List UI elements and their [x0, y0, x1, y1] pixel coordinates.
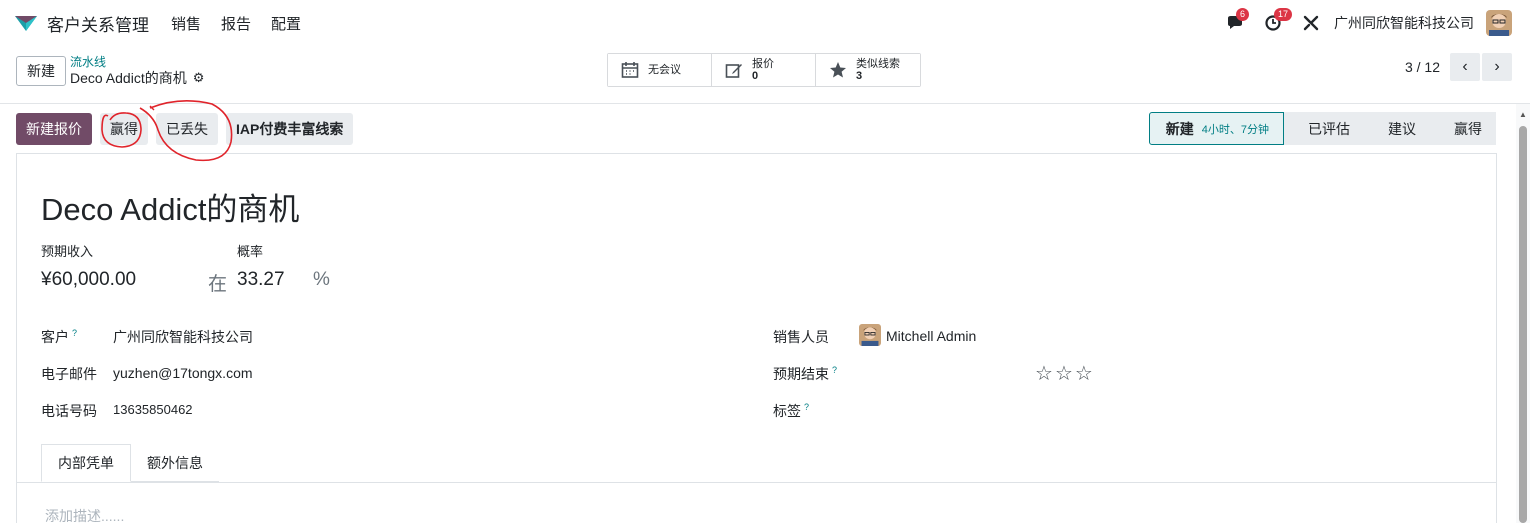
- activities-button[interactable]: 17: [1260, 8, 1293, 36]
- top-navbar: 客户关系管理 销售 报告 配置 6 17 广州同欣智能科技公司: [0, 0, 1530, 46]
- expected-closing-label-text: 预期结束: [773, 366, 829, 382]
- stage-new[interactable]: 新建 4小时、7分钟: [1148, 112, 1284, 145]
- messages-badge: 6: [1236, 8, 1250, 21]
- tags-label-text: 标签: [773, 403, 801, 419]
- customer-label: 客户?: [41, 327, 77, 347]
- smart-button-similar-leads[interactable]: 类似线索 3: [816, 54, 920, 86]
- debug-tools-button[interactable]: [1298, 10, 1324, 36]
- help-icon[interactable]: ?: [72, 328, 77, 338]
- breadcrumb-current: Deco Addict的商机 ⚙: [70, 69, 204, 87]
- smart-similar-leads-label: 类似线索: [856, 58, 900, 70]
- chevron-left-icon: ‹: [1462, 58, 1468, 75]
- smart-buttons: 无会议 报价 0 类似线索 3: [607, 53, 921, 87]
- company-switcher[interactable]: 广州同欣智能科技公司: [1334, 13, 1474, 33]
- user-avatar[interactable]: [1486, 10, 1512, 36]
- star-outline-icon[interactable]: ☆: [1035, 363, 1055, 385]
- help-icon[interactable]: ?: [832, 365, 837, 375]
- stage-qualified[interactable]: 已评估: [1284, 112, 1364, 145]
- expected-revenue-label: 预期收入: [41, 244, 94, 259]
- probability-label: 概率: [237, 244, 264, 259]
- menu-sales[interactable]: 销售: [171, 13, 201, 34]
- menu-configuration[interactable]: 配置: [271, 13, 301, 34]
- calendar-icon: [620, 61, 640, 79]
- phone-field[interactable]: 13635850462: [113, 402, 193, 417]
- at-label: 在: [208, 274, 228, 295]
- star-icon: [828, 61, 848, 79]
- phone-label: 电话号码: [41, 403, 97, 419]
- smart-quotations-label: 报价: [752, 58, 774, 70]
- menu-reporting[interactable]: 报告: [221, 13, 251, 34]
- pager-next-button[interactable]: ›: [1482, 53, 1512, 81]
- new-quotation-button[interactable]: 新建报价: [16, 113, 92, 145]
- control-panel: 新建 流水线 Deco Addict的商机 ⚙ 无会议 报价 0 类似线索 3 …: [0, 46, 1530, 104]
- breadcrumb-pipeline-link[interactable]: 流水线: [70, 55, 204, 69]
- app-brand[interactable]: 客户关系管理: [14, 11, 149, 36]
- pager: 3 / 12 ‹ ›: [1405, 53, 1512, 81]
- salesperson-label: 销售人员: [773, 329, 829, 345]
- tags-label: 标签?: [773, 401, 809, 421]
- stage-new-label: 新建: [1165, 120, 1194, 137]
- smart-similar-leads-count: 3: [856, 70, 863, 82]
- smart-button-meetings[interactable]: 无会议: [608, 54, 712, 86]
- opportunity-title[interactable]: Deco Addict的商机: [41, 184, 299, 229]
- mark-lost-button[interactable]: 已丢失: [156, 113, 218, 145]
- customer-field[interactable]: 广州同欣智能科技公司: [113, 327, 253, 347]
- activities-badge: 17: [1274, 8, 1293, 21]
- scrollbar[interactable]: ▲: [1516, 104, 1530, 523]
- tools-icon: [1303, 15, 1319, 31]
- iap-enrich-button[interactable]: IAP付费丰富线索: [226, 113, 354, 145]
- crm-logo-icon: [15, 16, 37, 31]
- main-menu: 销售 报告 配置: [171, 13, 321, 34]
- navbar-right: 6 17 广州同欣智能科技公司: [1210, 0, 1512, 46]
- app-name: 客户关系管理: [47, 15, 149, 35]
- new-record-button[interactable]: 新建: [16, 56, 66, 86]
- mark-won-button[interactable]: 赢得: [100, 113, 148, 145]
- priority-stars[interactable]: ☆☆☆: [1035, 361, 1095, 386]
- annotation-tick: [149, 105, 155, 111]
- edit-icon: [724, 61, 744, 79]
- tab-internal-notes[interactable]: 内部凭单: [41, 444, 131, 482]
- customer-label-text: 客户: [41, 329, 69, 345]
- smart-meetings-label: 无会议: [648, 64, 681, 76]
- stage-statusbar: 新建 4小时、7分钟 已评估 建议 赢得: [1148, 112, 1496, 145]
- salesperson-avatar: [859, 324, 881, 346]
- scroll-up-icon[interactable]: ▲: [1519, 110, 1527, 119]
- star-outline-icon[interactable]: ☆: [1075, 363, 1095, 385]
- tab-extra-info[interactable]: 额外信息: [131, 444, 219, 482]
- stage-proposition[interactable]: 建议: [1364, 112, 1430, 145]
- tab-divider: [17, 482, 1496, 483]
- user-avatar-icon: [1486, 10, 1512, 36]
- percent-sign: %: [313, 269, 330, 290]
- gear-icon[interactable]: ⚙: [193, 69, 205, 87]
- email-label: 电子邮件: [41, 366, 97, 382]
- salesperson-avatar-icon: [859, 324, 881, 346]
- smart-button-quotations[interactable]: 报价 0: [712, 54, 816, 86]
- email-field[interactable]: yuzhen@17tongx.com: [113, 365, 253, 381]
- smart-quotations-count: 0: [752, 70, 759, 82]
- scrollbar-thumb[interactable]: [1519, 126, 1527, 523]
- stage-won[interactable]: 赢得: [1430, 112, 1496, 145]
- pager-value[interactable]: 3 / 12: [1405, 59, 1440, 75]
- star-outline-icon[interactable]: ☆: [1055, 363, 1075, 385]
- stage-duration: 4小时、7分钟: [1201, 123, 1269, 136]
- messages-button[interactable]: 6: [1222, 8, 1250, 36]
- salesperson-field[interactable]: Mitchell Admin: [886, 328, 976, 344]
- breadcrumb: 流水线 Deco Addict的商机 ⚙: [70, 55, 204, 87]
- probability-field[interactable]: 33.27: [237, 269, 285, 291]
- help-icon[interactable]: ?: [804, 402, 809, 412]
- description-placeholder[interactable]: 添加描述......: [45, 506, 124, 523]
- expected-closing-label: 预期结束?: [773, 364, 837, 384]
- notebook-tabs: 内部凭单 额外信息: [41, 444, 219, 482]
- chevron-right-icon: ›: [1494, 58, 1500, 75]
- form-sheet: Deco Addict的商机 预期收入 概率 ¥60,000.00 在 33.2…: [16, 153, 1497, 523]
- expected-revenue-field[interactable]: ¥60,000.00: [41, 269, 136, 291]
- pager-previous-button[interactable]: ‹: [1450, 53, 1480, 81]
- form-action-bar: 新建报价 赢得 已丢失 IAP付费丰富线索: [16, 113, 361, 145]
- breadcrumb-current-label: Deco Addict的商机: [70, 70, 187, 86]
